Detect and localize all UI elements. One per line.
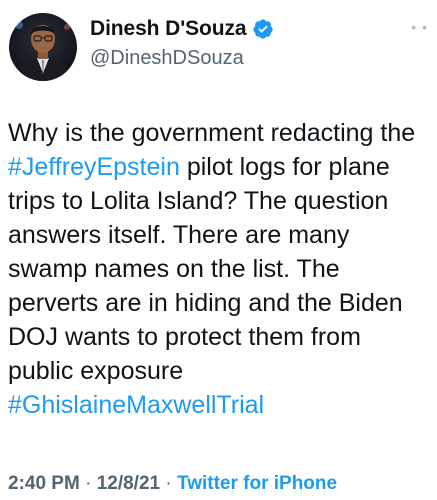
- tweet-time[interactable]: 2:40 PM: [8, 473, 80, 494]
- tweet-meta: 2:40 PM · 12/8/21 · Twitter for iPhone: [8, 473, 337, 495]
- hashtag-ghislaine-maxwell-trial[interactable]: #GhislaineMaxwellTrial: [8, 391, 264, 419]
- tweet-header: Dinesh D'Souza @DineshDSouza • •: [9, 13, 428, 83]
- author-handle[interactable]: @DineshDSouza: [90, 47, 274, 70]
- tweet-date[interactable]: 12/8/21: [97, 473, 160, 494]
- hashtag-jeffrey-epstein[interactable]: #JeffreyEpstein: [8, 153, 180, 181]
- avatar[interactable]: [9, 13, 77, 81]
- display-name[interactable]: Dinesh D'Souza: [90, 17, 247, 41]
- verified-badge-icon: [252, 18, 274, 40]
- meta-separator: ·: [160, 473, 177, 494]
- avatar-image: [9, 13, 77, 81]
- author-names: Dinesh D'Souza @DineshDSouza: [90, 15, 274, 70]
- tweet-text: Why is the government redacting the #Jef…: [8, 116, 433, 422]
- tweet-text-part2: pilot logs for plane trips to Lolita Isl…: [8, 153, 403, 385]
- more-dots-icon[interactable]: • •: [411, 19, 428, 35]
- tweet-source[interactable]: Twitter for iPhone: [177, 473, 337, 494]
- tweet-text-part1: Why is the government redacting the: [8, 119, 416, 147]
- meta-separator: ·: [79, 473, 97, 494]
- display-name-row[interactable]: Dinesh D'Souza: [90, 15, 274, 43]
